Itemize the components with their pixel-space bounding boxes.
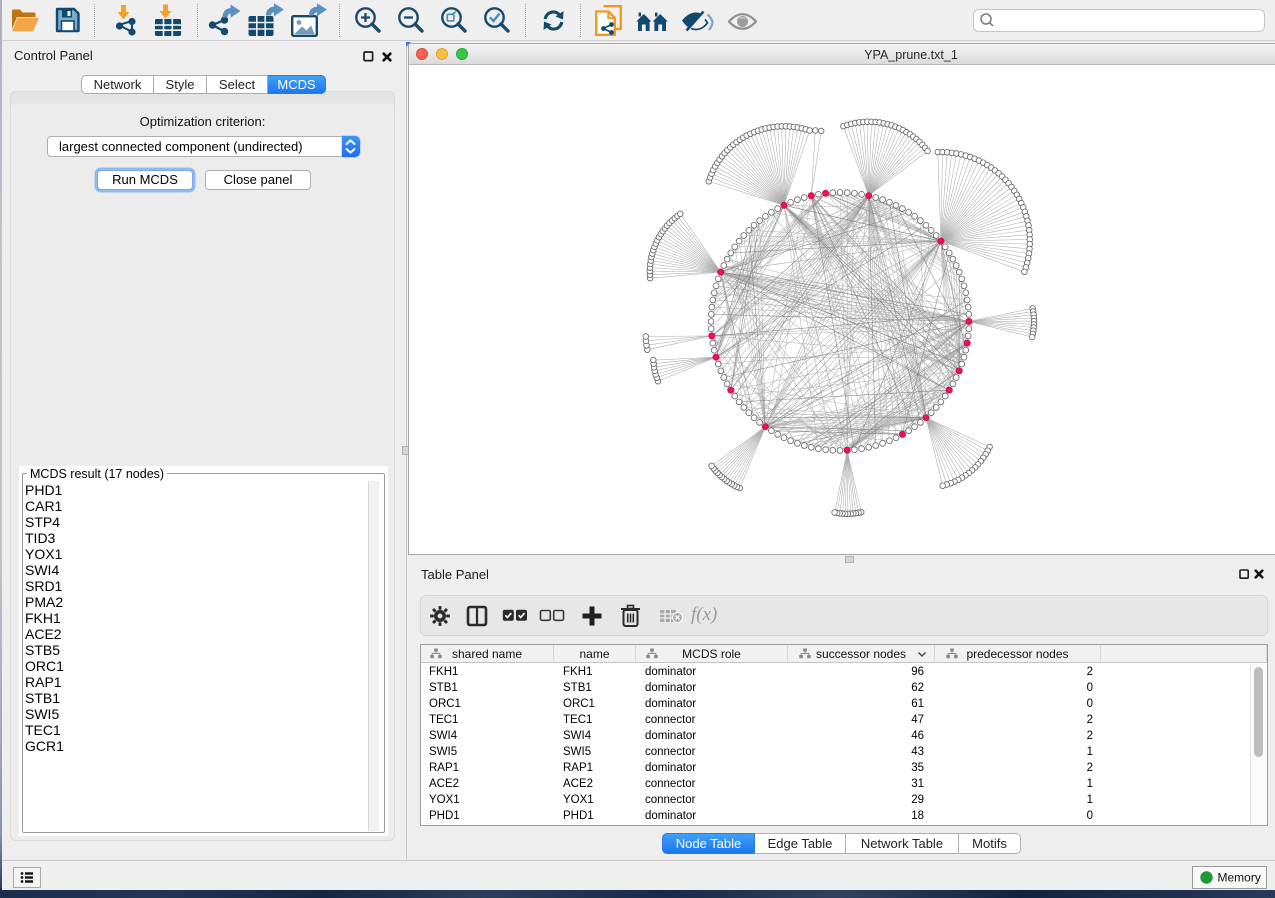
svg-text:Memory: Memory (1218, 871, 1261, 885)
